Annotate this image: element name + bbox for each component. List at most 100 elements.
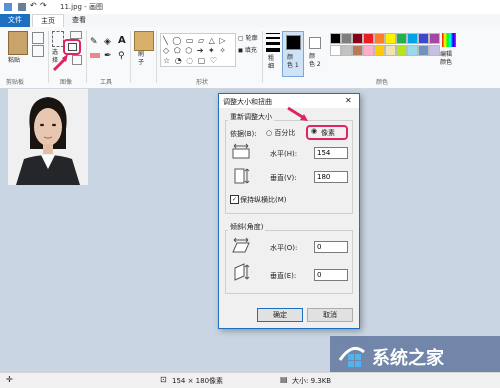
save-icon[interactable] <box>18 3 26 11</box>
watermark-text: 系统之家 <box>372 348 444 369</box>
pencil-icon[interactable]: ✎ <box>90 37 98 47</box>
annotation-arrow-2 <box>287 106 308 121</box>
edit-colors-icon[interactable] <box>442 33 456 47</box>
tab-home[interactable]: 主页 <box>32 14 64 28</box>
skew-group: 倾斜(角度) 水平(O): 垂直(E): <box>225 222 353 294</box>
shapes-row-1: ╲ ◯ ▭ ▱ △ ▷ <box>163 36 227 45</box>
palette-swatch[interactable] <box>352 45 363 56</box>
palette-swatch[interactable] <box>396 33 407 44</box>
colors-group-label: 颜色 <box>376 79 389 86</box>
palette-swatch[interactable] <box>396 45 407 56</box>
horizontal-input[interactable] <box>314 147 348 159</box>
size-icon[interactable] <box>266 33 280 52</box>
color-picker-icon[interactable]: ✒ <box>104 51 112 61</box>
image-dimensions: 154 × 180像素 <box>172 377 224 385</box>
palette-swatch[interactable] <box>407 33 418 44</box>
dialog-title: 调整大小和扭曲 <box>223 98 272 106</box>
brushes-label[interactable]: 刷 子 <box>138 51 144 67</box>
tools-group-label: 工具 <box>100 79 113 86</box>
fill-shape-icon: ◼ <box>238 47 243 54</box>
palette-swatch[interactable] <box>418 45 429 56</box>
palette-swatch[interactable] <box>429 45 440 56</box>
keep-ratio-checkbox[interactable]: ✓ <box>230 195 239 204</box>
pixel-radio[interactable]: ◉ <box>311 127 317 135</box>
separator <box>262 31 263 83</box>
skew-v-label: 垂直(E): <box>270 272 297 280</box>
shapes-gallery[interactable]: ╲ ◯ ▭ ▱ △ ▷ ◇ ⬠ ⬡ ➔ ✦ ✧ ☆ ◔ ◌ ▢ ♡ <box>160 33 236 67</box>
file-size: 大小: 9.3KB <box>292 377 332 385</box>
separator <box>130 31 131 83</box>
canvas-image[interactable] <box>8 89 88 185</box>
vertical-input[interactable] <box>314 171 348 183</box>
skew-horizontal-icon <box>232 237 250 253</box>
fill-button[interactable]: ◼ 填充 <box>238 45 257 54</box>
crop-icon[interactable] <box>70 31 82 39</box>
outline-icon: ▢ <box>238 35 244 42</box>
color2-label: 颜 色 2 <box>309 53 321 68</box>
undo-icon[interactable]: ↶ <box>30 1 37 10</box>
tab-view[interactable]: 查看 <box>64 14 94 27</box>
palette-swatch[interactable] <box>341 33 352 44</box>
cut-icon[interactable] <box>32 32 44 44</box>
image-size-icon: ⊡ <box>160 375 167 384</box>
text-icon[interactable]: A <box>118 35 126 46</box>
palette-swatch[interactable] <box>330 33 341 44</box>
palette-swatch[interactable] <box>407 45 418 56</box>
percent-option[interactable]: ○ 百分比 <box>266 128 295 138</box>
percent-label: 百分比 <box>274 129 296 137</box>
ok-button[interactable]: 确定 <box>257 308 303 322</box>
close-icon[interactable]: ✕ <box>345 96 352 105</box>
image-group-label: 图像 <box>60 79 73 86</box>
ribbon: 粘贴 剪贴板 选 择 图像 ✎ ◈ A ✒ ⚲ 工具 刷 子 ╲ ◯ ▭ ▱ △… <box>0 27 500 89</box>
vertical-label: 垂直(V): <box>270 174 297 182</box>
cursor-position-icon: ✛ <box>6 375 13 384</box>
outline-button[interactable]: ▢ 轮廓 <box>238 33 258 42</box>
keep-ratio-label: 保持纵横比(M) <box>240 196 287 204</box>
edit-colors-label[interactable]: 编辑 颜色 <box>440 51 452 67</box>
skew-h-input[interactable] <box>314 241 348 253</box>
skew-vertical-icon <box>234 263 250 281</box>
magnifier-icon[interactable]: ⚲ <box>118 51 125 61</box>
title-bar: ↶ ↷ 11.jpg - 画图 <box>0 0 500 15</box>
color-palette <box>330 33 440 57</box>
palette-swatch[interactable] <box>374 33 385 44</box>
color2-button[interactable]: 颜 色 2 <box>305 31 325 75</box>
paste-icon[interactable] <box>8 31 28 55</box>
palette-swatch[interactable] <box>341 45 352 56</box>
palette-swatch[interactable] <box>429 33 440 44</box>
outline-label: 轮廓 <box>245 35 258 42</box>
brush-icon[interactable] <box>134 31 154 51</box>
shapes-row-2: ◇ ⬠ ⬡ ➔ ✦ ✧ <box>163 46 227 55</box>
palette-swatch[interactable] <box>330 45 341 56</box>
separator <box>156 31 157 83</box>
cancel-button[interactable]: 取消 <box>307 308 353 322</box>
copy-icon[interactable] <box>32 45 44 57</box>
palette-swatch[interactable] <box>385 45 396 56</box>
eraser-icon[interactable] <box>90 53 100 58</box>
ribbon-tabs: 文件 主页 查看 <box>0 14 500 28</box>
color1-label: 颜 色 1 <box>287 54 299 69</box>
redo-icon[interactable]: ↷ <box>40 1 47 10</box>
palette-swatch[interactable] <box>385 33 396 44</box>
skew-v-input[interactable] <box>314 269 348 281</box>
palette-swatch[interactable] <box>418 33 429 44</box>
color2-swatch <box>309 37 321 49</box>
percent-radio[interactable]: ○ <box>266 129 272 137</box>
resize-section-label: 重新调整大小 <box>228 112 274 122</box>
skew-section-label: 倾斜(角度) <box>228 222 266 232</box>
tab-file[interactable]: 文件 <box>0 14 30 27</box>
palette-swatch[interactable] <box>363 33 374 44</box>
palette-swatch[interactable] <box>363 45 374 56</box>
status-bar: ✛ ⊡ 154 × 180像素 ▤ 大小: 9.3KB <box>0 372 500 388</box>
fill-label: 填充 <box>244 47 257 54</box>
shapes-group-label: 形状 <box>196 79 209 86</box>
pixel-option[interactable]: ◉ 像素 <box>306 125 348 140</box>
resize-group: 重新调整大小 依据(B): ○ 百分比 ◉ 像素 水平(H): 垂直(V): ✓… <box>225 112 353 214</box>
size-label[interactable]: 粗 细 <box>268 55 274 71</box>
horizontal-resize-icon <box>232 143 250 159</box>
fill-icon[interactable]: ◈ <box>104 37 111 47</box>
palette-swatch[interactable] <box>374 45 385 56</box>
palette-swatch[interactable] <box>352 33 363 44</box>
color1-button[interactable]: 颜 色 1 <box>282 31 304 77</box>
portrait-image <box>8 89 88 185</box>
